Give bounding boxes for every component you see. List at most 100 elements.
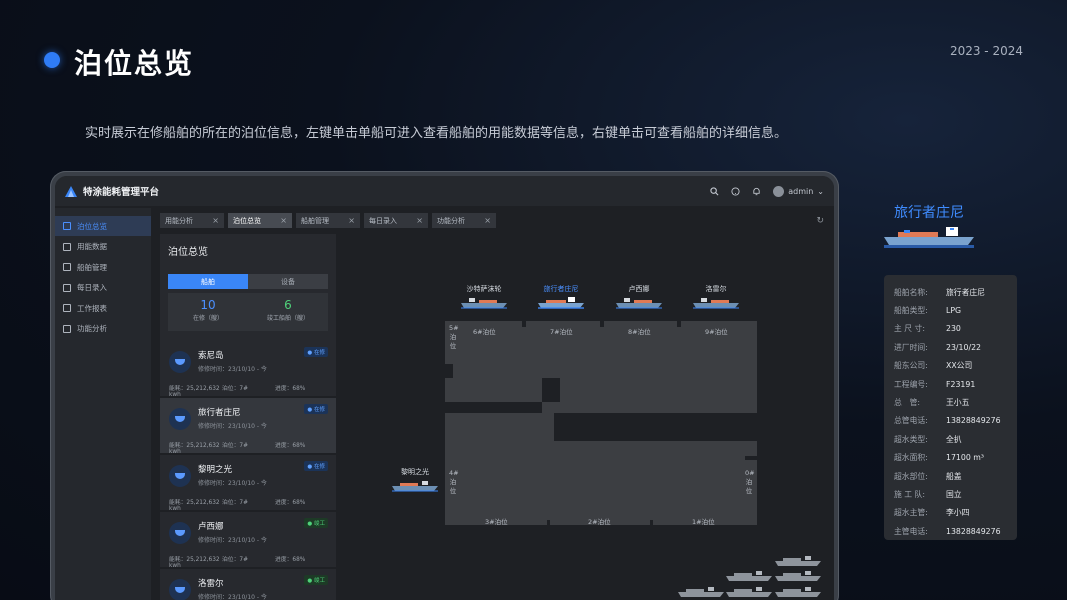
berth-separator xyxy=(677,321,681,327)
logo-icon xyxy=(65,185,77,197)
device-frame: 特涂能耗管理平台 admin ⌄ 泊位总览 用能数据 船舶管理 每日录入 工作报… xyxy=(50,171,839,600)
detail-row: 船舶名称: 旅行者庄尼 xyxy=(894,283,1007,301)
detail-value: 旅行者庄尼 xyxy=(946,287,985,297)
close-icon[interactable]: × xyxy=(348,216,355,225)
sidebar-item-function-analysis[interactable]: 功能分析 xyxy=(55,319,151,339)
detail-row: 超水面积: 17100 m³ xyxy=(894,449,1007,467)
monitor-icon xyxy=(63,324,71,333)
tab-label: 每日录入 xyxy=(369,216,397,225)
close-icon[interactable]: × xyxy=(212,216,219,225)
ship-label: 沙特萨沫轮 xyxy=(466,285,502,293)
berth-value: 泊位：7# xyxy=(222,557,248,563)
status-badge: ● 在修 xyxy=(304,347,328,357)
sidebar-item-work-report[interactable]: 工作报表 xyxy=(55,298,151,318)
repair-time: 修修时间：23/10/10 - 今 xyxy=(198,480,267,487)
ship-marker[interactable] xyxy=(461,297,507,309)
list-item[interactable]: 索尼岛 修修时间：23/10/10 - 今 ● 在修 能耗：25,212,632 kw… xyxy=(160,341,336,398)
slide-year: 2023 - 2024 xyxy=(949,44,1023,58)
dock-mid-c xyxy=(542,378,757,413)
notch xyxy=(542,378,560,402)
sidebar-item-energy-data[interactable]: 用能数据 xyxy=(55,237,151,257)
list-item[interactable]: 黎明之光 修修时间：23/10/10 - 今 ● 在修 能耗：25,212,632 k… xyxy=(160,455,336,512)
segment-device[interactable]: 设备 xyxy=(248,274,328,289)
detail-key: 工程编号: xyxy=(894,379,928,389)
ship-marker[interactable] xyxy=(392,480,438,492)
detail-row: 船舶类型: LPG xyxy=(894,301,1007,319)
sidebar-item-ship-management[interactable]: 船舶管理 xyxy=(55,257,151,277)
sidebar-item-berth-overview[interactable]: 泊位总览 xyxy=(55,216,151,236)
detail-row: 工程编号: F23191 xyxy=(894,375,1007,393)
app-screen: 特涂能耗管理平台 admin ⌄ 泊位总览 用能数据 船舶管理 每日录入 工作报… xyxy=(55,176,834,600)
detail-value: 230 xyxy=(946,324,961,334)
ship-label: 洛雷尔 xyxy=(705,285,727,293)
tab-berth-overview[interactable]: 泊位总览 × xyxy=(228,213,292,228)
list-item[interactable]: 卢西娜 修修时间：23/10/10 - 今 ● 竣工 能耗：25,212,632 kw… xyxy=(160,512,336,569)
progress-value: 进度：68% xyxy=(275,500,306,506)
detail-value: LPG xyxy=(946,306,962,316)
ship-meta: 能耗：25,212,632 kwh 泊位：7# 进度：68% xyxy=(169,554,328,569)
stat-done: 6 竣工船舶（艘） xyxy=(248,293,328,331)
detail-key: 船舶名称: xyxy=(894,287,928,297)
ship-label: 卢西娜 xyxy=(628,285,650,293)
dock-mid-a xyxy=(445,364,757,378)
tab-ship-management[interactable]: 船舶管理 × xyxy=(296,213,360,228)
detail-key: 主 尺 寸: xyxy=(894,324,925,334)
detail-row: 超水部位: 船盖 xyxy=(894,467,1007,485)
tab-energy-analysis[interactable]: 用能分析 × xyxy=(160,213,224,228)
detail-key: 超水部位: xyxy=(894,471,928,481)
panel-title: 泊位总览 xyxy=(168,247,208,258)
user-menu[interactable]: admin ⌄ xyxy=(773,185,824,197)
detail-key: 超水面积: xyxy=(894,453,928,463)
edit-icon xyxy=(63,283,71,292)
list-item[interactable]: 洛雷尔修修时间：23/10/10 - 今● 竣工能耗：25,212,632 kw… xyxy=(160,569,336,600)
detail-value: 13828849276 xyxy=(946,526,1001,536)
energy-value: 能耗：25,212,632 kwh xyxy=(169,386,220,398)
close-icon[interactable]: × xyxy=(280,216,287,225)
ship-marker[interactable] xyxy=(775,586,821,598)
berth-label-1: 1#泊位 xyxy=(692,518,715,526)
ship-marker[interactable] xyxy=(616,297,662,309)
tab-function-analysis[interactable]: 功能分析 × xyxy=(432,213,496,228)
stat-repair-value: 10 xyxy=(200,298,216,312)
segment-ship[interactable]: 船舶 xyxy=(168,274,248,289)
bell-icon[interactable] xyxy=(752,187,761,196)
berth-separator xyxy=(650,520,653,525)
close-icon[interactable]: × xyxy=(416,216,423,225)
repair-time: 修修时间：23/10/10 - 今 xyxy=(198,537,267,544)
ship-marker[interactable] xyxy=(775,555,821,567)
detail-value: 23/10/22 xyxy=(946,342,982,352)
tab-bar: 用能分析 × 泊位总览 × 船舶管理 × 每日录入 × 功能分析 × xyxy=(160,213,496,228)
slide-title: 泊位总览 xyxy=(74,47,195,80)
sidebar-item-daily-entry[interactable]: 每日录入 xyxy=(55,278,151,298)
notch xyxy=(554,413,757,441)
stat-done-value: 6 xyxy=(284,298,292,312)
help-icon[interactable] xyxy=(731,186,740,196)
tab-daily-entry[interactable]: 每日录入 × xyxy=(364,213,428,228)
ship-list-panel: 泊位总览 船舶 设备 10 在修（艘） 6 竣工船舶（艘） 索尼岛 修修时间：23… xyxy=(160,234,336,600)
repair-time: 修修时间：23/10/10 - 今 xyxy=(198,423,267,430)
detail-value: F23191 xyxy=(946,379,976,389)
refresh-icon[interactable]: ↻ xyxy=(816,216,824,226)
detail-key: 船舶类型: xyxy=(894,306,928,316)
sidebar-item-label: 工作报表 xyxy=(77,303,107,313)
tab-label: 船舶管理 xyxy=(301,216,329,225)
ship-name: 卢西娜 xyxy=(198,522,224,532)
ship-marker-selected[interactable] xyxy=(538,297,584,309)
ship-marker[interactable] xyxy=(775,570,821,582)
berth-label-0: 0#泊位 xyxy=(745,469,755,495)
sidebar-item-label: 功能分析 xyxy=(77,324,107,333)
ship-marker[interactable] xyxy=(678,586,724,598)
stat-done-label: 竣工船舶（艘） xyxy=(266,315,309,322)
ship-marker[interactable] xyxy=(726,570,772,582)
berth-label-4: 4#泊位 xyxy=(449,469,459,495)
notch xyxy=(445,364,453,378)
search-icon[interactable] xyxy=(710,186,719,196)
close-icon[interactable]: × xyxy=(484,216,491,225)
ship-marker[interactable] xyxy=(693,297,739,309)
report-icon xyxy=(63,304,71,312)
ship-detail-card: 船舶名称: 旅行者庄尼 船舶类型: LPG 主 尺 寸: 230 进厂时间: 23/10/22… xyxy=(884,275,1017,540)
list-item[interactable]: 旅行者庄尼 修修时间：23/10/10 - 今 ● 在修 能耗：25,212,632 … xyxy=(160,398,336,455)
notch xyxy=(445,402,542,413)
tab-label: 泊位总览 xyxy=(233,216,261,225)
ship-marker[interactable] xyxy=(726,586,772,598)
